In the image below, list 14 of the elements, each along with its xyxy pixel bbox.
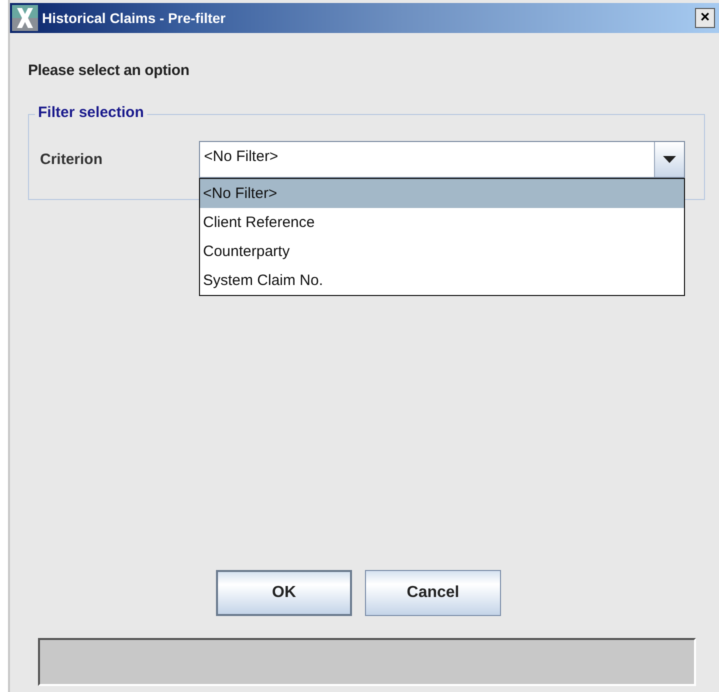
dropdown-value: <No Filter>	[203, 147, 280, 167]
dialog-button[interactable]: OK	[216, 570, 352, 616]
dropdown-option[interactable]: Counterparty	[200, 237, 684, 266]
caret-icon	[663, 156, 676, 164]
app-logo-icon	[12, 5, 38, 31]
field-label: Criterion	[40, 151, 104, 168]
dropdown-option[interactable]: <No Filter>	[200, 179, 684, 208]
close-button[interactable]: ×	[695, 8, 715, 28]
dropdown-option[interactable]: Client Reference	[200, 208, 684, 237]
dialog-button[interactable]: Cancel	[365, 570, 501, 616]
prompt-text: Please select an option	[28, 62, 190, 79]
window-title: Historical Claims - Pre-filter	[42, 10, 227, 26]
dropdown-option[interactable]: System Claim No.	[200, 266, 684, 295]
dropdown-arrow-button[interactable]	[654, 142, 684, 177]
